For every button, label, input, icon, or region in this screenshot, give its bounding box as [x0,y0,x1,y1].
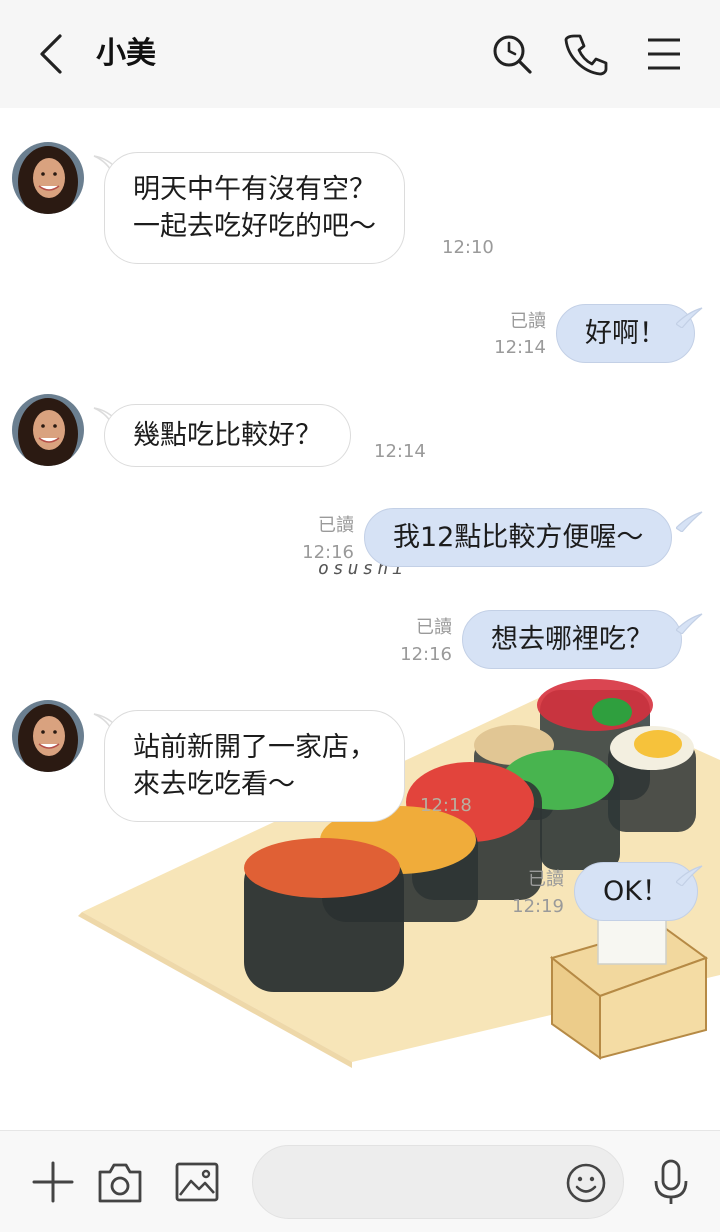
chat-header: 小美 [0,0,720,108]
message-time: 12:18 [420,795,472,816]
message-time: 12:16 [400,644,452,665]
bubble-tail [676,613,703,634]
message-bubble[interactable]: 站前新開了一家店， 來去吃吃看～ [104,710,405,822]
back-arrow-icon[interactable] [30,32,74,76]
read-receipt: 已讀 [510,311,546,332]
message-line: 一起去吃好吃的吧～ [133,211,376,242]
message-bubble[interactable]: 幾點吃比較好？ [104,404,351,467]
bubble-tail [676,865,703,886]
image-icon[interactable] [172,1157,222,1207]
message-time: 12:16 [302,542,354,563]
message-time: 12:14 [374,441,426,462]
message-line: 明天中午有沒有空？ [133,174,376,205]
message-bubble[interactable]: 明天中午有沒有空？ 一起去吃好吃的吧～ [104,152,405,264]
plus-icon[interactable] [28,1157,78,1207]
message-time: 12:14 [494,337,546,358]
message-bubble[interactable]: 好啊！ [556,304,695,363]
menu-icon[interactable] [640,30,688,78]
read-receipt: 已讀 [318,515,354,536]
read-receipt: 已讀 [416,617,452,638]
message-time: 12:10 [442,237,494,258]
message-input-box[interactable] [252,1145,624,1219]
message-bubble[interactable]: 想去哪裡吃？ [462,610,682,669]
microphone-icon[interactable] [646,1157,696,1207]
message-input[interactable] [277,1164,561,1202]
message-bubble[interactable]: 我12點比較方便喔～ [364,508,673,567]
bubble-tail [676,511,703,532]
message-line: 來去吃吃看～ [133,769,295,800]
message-time: 12:19 [512,896,564,917]
phone-icon[interactable] [562,30,610,78]
emoji-icon[interactable] [565,1162,607,1204]
search-history-icon[interactable] [488,30,536,78]
contact-avatar[interactable] [12,394,84,466]
message-line: 幾點吃比較好？ [133,420,322,451]
contact-avatar[interactable] [12,700,84,772]
contact-avatar[interactable] [12,142,84,214]
bubble-tail [676,307,703,328]
camera-icon[interactable] [95,1157,145,1207]
read-receipt: 已讀 [528,869,564,890]
message-composer-bar [0,1130,720,1232]
contact-name: 小美 [96,36,156,71]
message-line: 站前新開了一家店， [133,732,376,763]
